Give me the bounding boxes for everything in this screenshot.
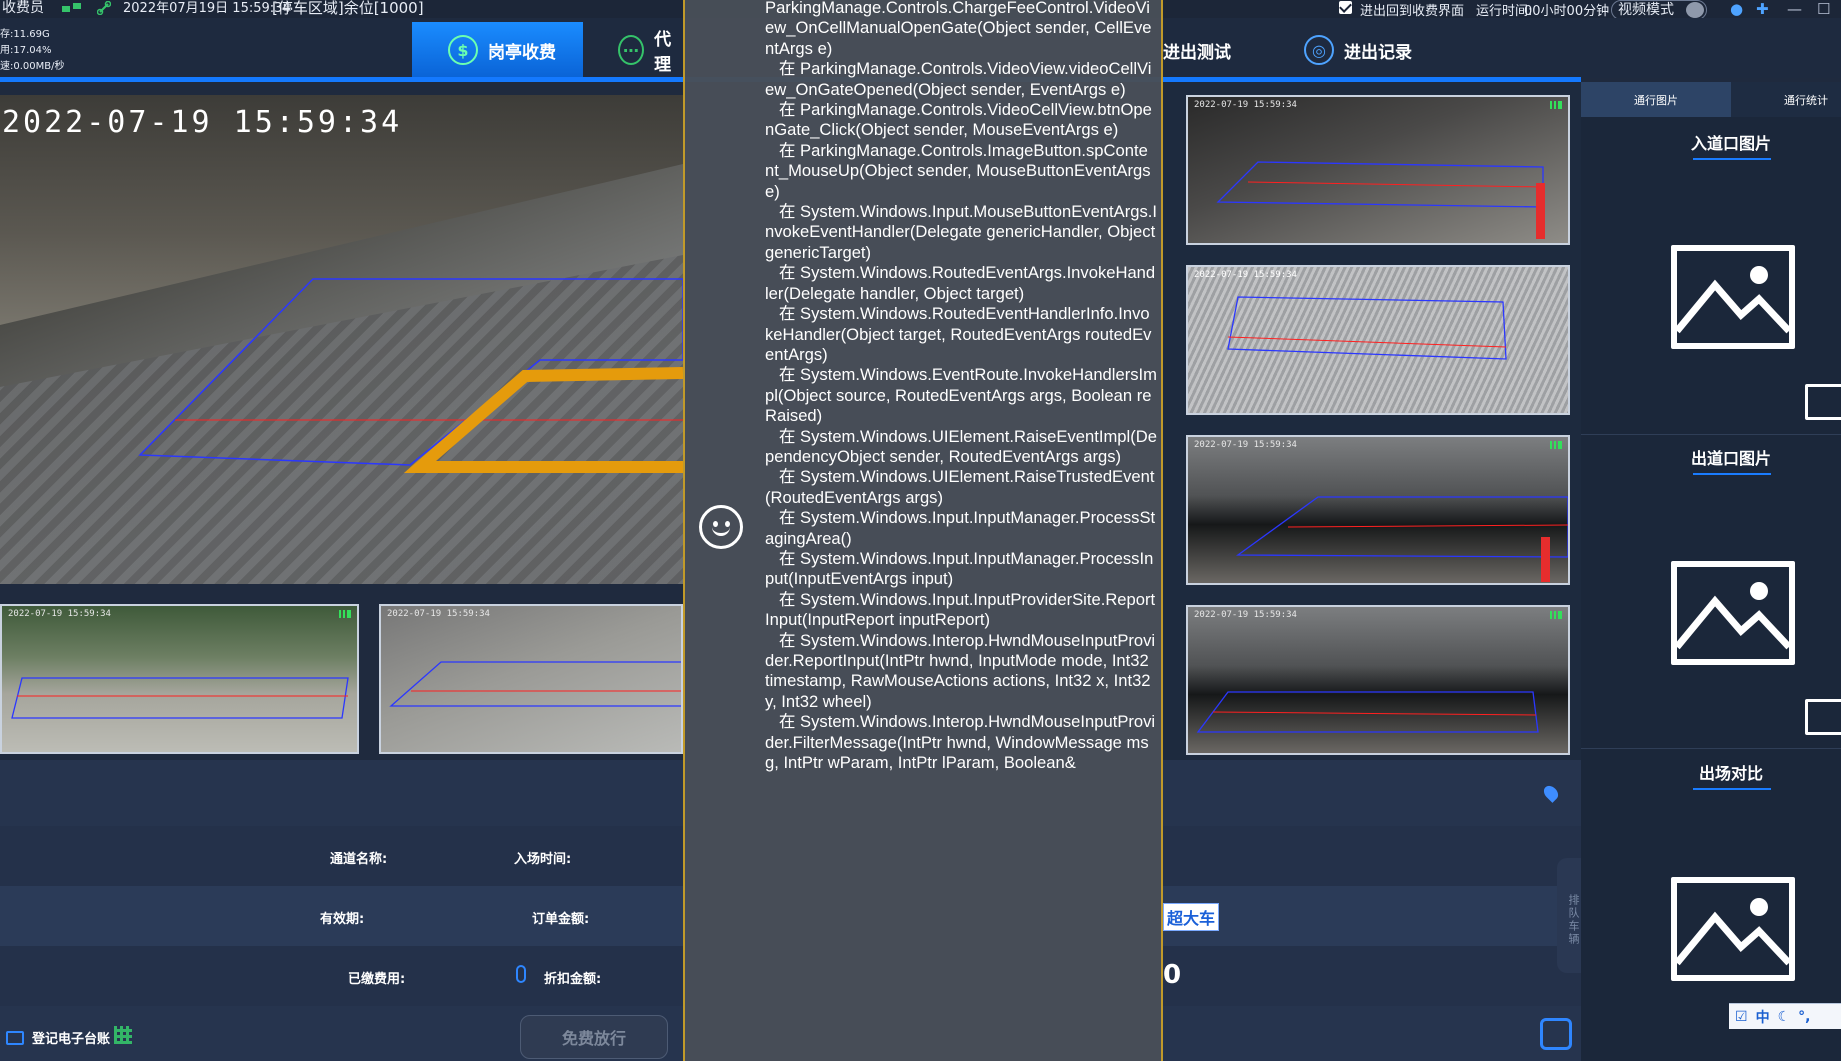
parking-charge-app: 收费员 2022年07月19日 15:59:34 [停车区域]余位[1000] … [0,0,1841,1061]
detection-zone-overlay [1216,161,1545,239]
return-to-charge-label: 进出回到收费界面 [1360,4,1465,19]
cpu-stat: 用:17.04% [0,45,52,56]
register-ledger-label: 登记电子台账 [32,1032,111,1047]
camera-view-4[interactable]: 2022-07-19 15:59:34 [1186,265,1570,415]
camera-view-6[interactable]: 2022-07-19 15:59:34 [1186,605,1570,755]
ime-moon-icon[interactable]: ☾ [1778,1009,1791,1025]
channel-name-label: 通道名称: [330,852,388,867]
entry-image-title: 入道口图片 [1690,134,1771,153]
camera-view-3[interactable]: 2022-07-19 15:59:34 [1186,95,1570,245]
ime-punctuation-icon[interactable]: °, [1798,1009,1810,1025]
tab-entry-exit-records[interactable]: ◎ 进出记录 [1268,22,1428,78]
qr-code-icon[interactable] [114,1026,132,1044]
discount-amount-label: 折扣金额: [544,972,602,987]
entry-thumb-icon[interactable] [1805,384,1841,420]
title-underline [1693,158,1771,160]
queue-vehicles-tab[interactable]: 排队车辆 [1557,858,1581,973]
amount-digit: 0 [1163,960,1182,990]
title-underline [1693,788,1771,790]
camera-view-2[interactable]: 2022-07-19 15:59:34 [379,604,683,754]
panel-divider [1581,434,1841,435]
toggle-knob [1686,2,1704,18]
main-camera-view[interactable]: 2022-07-19 15:59:34 [0,95,683,584]
entry-image-placeholder-icon[interactable] [1671,245,1795,349]
tab-booth-charge[interactable]: $ 岗亭收费 [412,22,583,78]
smiley-face-icon [699,505,743,549]
order-amount-label: 订单金额: [532,912,590,927]
detection-zone-overlay [138,278,683,473]
right-info-row-1 [1163,826,1581,886]
exit-image-title: 出道口图片 [1690,449,1771,468]
error-dialog: ParkingManage.Controls.ChargeFeeControl.… [683,0,1163,1061]
ime-checkbox-icon[interactable]: ☑ [1735,1009,1748,1025]
maximize-icon[interactable]: ☐ [1817,0,1830,18]
exit-image-placeholder-icon[interactable] [1671,561,1795,665]
area-remaining-label: [停车区域]余位[1000] [272,0,424,17]
paid-fee-label: 已缴费用: [348,972,406,987]
tab-pass-images[interactable]: 通行图片 [1581,82,1731,117]
disk-stat: 存:11.69G [0,29,50,40]
network-icon [62,3,81,12]
settings-icon[interactable]: ✚ [1756,0,1769,18]
ledger-icon [6,1030,24,1045]
pass-image-panel: 通行图片 通行统计 入道口图片 出道口图片 出场对比 [1581,82,1841,1061]
minimize-icon[interactable]: — [1787,0,1802,18]
right-info-header [1163,760,1581,826]
camera-view-5[interactable]: 2022-07-19 15:59:34 [1186,435,1570,585]
ime-toolbar[interactable]: ☑ 中 ☾ °, [1729,1003,1841,1029]
error-stack-trace: ParkingManage.Controls.ChargeFeeControl.… [765,0,1157,773]
info-header-band [0,760,683,826]
info-row-2: 有效期: 订单金额: [0,886,683,946]
record-icon: ◎ [1304,35,1334,65]
entry-time-label: 入场时间: [514,852,572,867]
tab-booth-charge-label: 岗亭收费 [488,42,556,63]
datetime-label: 2022年07月19日 15:59:34 [123,1,291,16]
agent-icon: ⋯ [618,35,645,65]
exit-compare-title: 出场对比 [1698,764,1763,783]
dollar-icon: $ [448,35,478,65]
attachment-icon[interactable] [516,965,526,983]
detection-zone-overlay [1236,496,1568,582]
detection-zone-overlay [1196,691,1539,733]
title-underline [1693,473,1771,475]
runtime-value: 00小时00分钟 [1524,4,1610,19]
detection-zone-overlay [11,677,349,719]
bulb-icon[interactable]: ● [1730,0,1743,18]
detection-zone-overlay [389,661,681,707]
smiley-mouth [712,526,730,536]
tab-entry-exit-test[interactable]: 进出测试 [1163,22,1283,78]
right-info-row-2 [1163,886,1581,946]
detection-zone-overlay [1227,296,1507,360]
oversize-vehicle-badge[interactable]: 超大车 [1163,903,1219,931]
network-speed-stat: 速:0.00MB/秒 [0,61,65,72]
info-row-1: 通道名称: 入场时间: [0,826,683,886]
camera-view-1[interactable]: 2022-07-19 15:59:34 [0,604,359,754]
return-to-charge-checkbox[interactable] [1339,1,1352,14]
info-row-3: 已缴费用: 折扣金额: [0,946,683,1006]
tab-entry-exit-records-label: 进出记录 [1344,42,1412,63]
ime-mode-label[interactable]: 中 [1756,1007,1770,1027]
tab-agent-label: 代理 [654,30,672,75]
link-icon [97,1,111,15]
valid-period-label: 有效期: [320,912,365,927]
main-camera-timestamp: 2022-07-19 15:59:34 [2,105,403,140]
role-label: 收费员 [2,0,44,16]
tab-agent[interactable]: ⋯ 代理 [582,22,683,78]
free-release-button[interactable]: 免费放行 [520,1015,668,1059]
tab-pass-statistics[interactable]: 通行统计 [1731,82,1841,117]
register-ledger-link[interactable]: 登记电子台账 [6,1028,110,1047]
tab-entry-exit-test-label: 进出测试 [1163,42,1231,63]
right-info-footer [1163,1006,1581,1061]
exit-thumb-icon[interactable] [1805,699,1841,735]
compare-image-placeholder-icon[interactable] [1671,877,1795,981]
video-mode-label: 视频模式 [1618,2,1674,18]
video-mode-toggle[interactable]: 视频模式 [1611,0,1707,20]
printer-icon[interactable] [1540,1018,1572,1050]
pass-image-tabs: 通行图片 通行统计 [1581,82,1841,117]
right-info-row-3 [1163,946,1581,1006]
panel-divider [1581,748,1841,749]
